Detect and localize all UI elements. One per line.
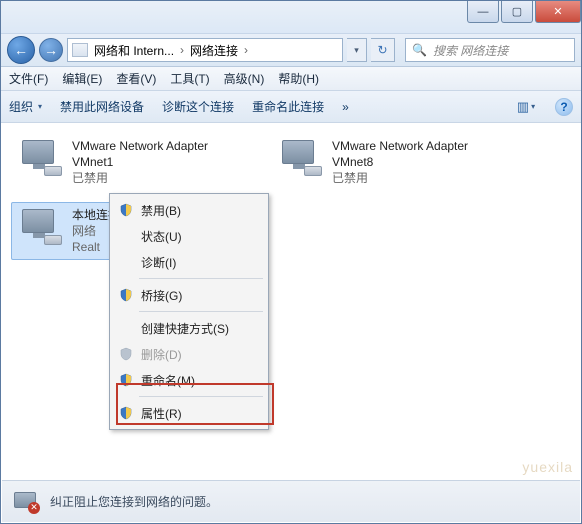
shield-icon	[119, 373, 133, 387]
search-icon: 🔍	[412, 43, 427, 57]
breadcrumb-segment[interactable]: 网络连接	[190, 42, 238, 59]
search-input[interactable]: 🔍 搜索 网络连接	[405, 38, 575, 62]
menu-tools[interactable]: 工具(T)	[170, 70, 209, 87]
connection-item-vmnet1[interactable]: VMware Network Adapter VMnet1 已禁用	[11, 133, 251, 192]
command-bar: 组织 ▾ 禁用此网络设备 诊断这个连接 重命名此连接 » ▥ ▾ ?	[1, 91, 581, 123]
context-menu: 禁用(B) 状态(U) 诊断(I) 桥接(G) 创建快捷方式(S) 删除(D) …	[109, 193, 269, 430]
status-icon: ✕	[12, 490, 40, 514]
status-bar: ✕ 纠正阻止您连接到网络的问题。	[2, 480, 580, 522]
ctx-disable[interactable]: 禁用(B)	[113, 197, 265, 223]
network-adapter-icon	[16, 207, 64, 247]
more-commands-button[interactable]: »	[342, 100, 349, 114]
menu-advanced[interactable]: 高级(N)	[224, 70, 265, 87]
ctx-diagnose[interactable]: 诊断(I)	[113, 249, 265, 275]
menu-separator	[139, 396, 263, 397]
network-adapter-icon	[276, 138, 324, 178]
shield-icon	[119, 288, 133, 302]
ctx-label: 桥接(G)	[141, 287, 182, 304]
ctx-label: 重命名(M)	[141, 372, 195, 389]
chevron-down-icon: ▾	[38, 102, 42, 111]
organize-button[interactable]: 组织 ▾	[9, 98, 42, 115]
shield-icon	[119, 406, 133, 420]
connection-text: VMware Network Adapter VMnet8 已禁用	[332, 138, 506, 187]
ctx-label: 诊断(I)	[141, 254, 176, 271]
shield-icon	[119, 347, 133, 361]
menu-file[interactable]: 文件(F)	[9, 70, 48, 87]
disable-device-button[interactable]: 禁用此网络设备	[60, 98, 144, 115]
explorer-window: — ▢ ✕ ← → 网络和 Intern... › 网络连接 › ▾ ↻ 🔍 搜…	[0, 0, 582, 524]
menu-edit[interactable]: 编辑(E)	[62, 70, 102, 87]
rename-connection-button[interactable]: 重命名此连接	[252, 98, 324, 115]
refresh-button[interactable]: ↻	[371, 38, 395, 62]
shield-icon	[119, 203, 133, 217]
breadcrumb-separator-icon: ›	[180, 43, 184, 57]
ctx-properties[interactable]: 属性(R)	[113, 400, 265, 426]
ctx-create-shortcut[interactable]: 创建快捷方式(S)	[113, 315, 265, 341]
chevron-down-icon: ▾	[531, 102, 535, 111]
menu-separator	[139, 311, 263, 312]
ctx-label: 禁用(B)	[141, 202, 181, 219]
ctx-label: 创建快捷方式(S)	[141, 320, 229, 337]
forward-button[interactable]: →	[39, 38, 63, 62]
ctx-rename[interactable]: 重命名(M)	[113, 367, 265, 393]
connection-status: 已禁用	[332, 170, 506, 186]
nav-row: ← → 网络和 Intern... › 网络连接 › ▾ ↻ 🔍 搜索 网络连接	[1, 33, 581, 67]
address-dropdown-button[interactable]: ▾	[347, 38, 367, 62]
menu-separator	[139, 278, 263, 279]
ctx-status[interactable]: 状态(U)	[113, 223, 265, 249]
status-text: 纠正阻止您连接到网络的问题。	[50, 493, 218, 510]
ctx-delete: 删除(D)	[113, 341, 265, 367]
titlebar: — ▢ ✕	[1, 1, 581, 33]
menu-view[interactable]: 查看(V)	[116, 70, 156, 87]
menu-bar: 文件(F) 编辑(E) 查看(V) 工具(T) 高级(N) 帮助(H)	[1, 67, 581, 91]
ctx-bridge[interactable]: 桥接(G)	[113, 282, 265, 308]
network-adapter-icon	[16, 138, 64, 178]
folder-icon	[72, 43, 88, 57]
connection-status: 已禁用	[72, 170, 246, 186]
organize-label: 组织	[9, 98, 33, 115]
view-icon: ▥	[517, 99, 529, 115]
connection-text: VMware Network Adapter VMnet1 已禁用	[72, 138, 246, 187]
connection-name: VMware Network Adapter VMnet1	[72, 138, 246, 170]
connection-item-vmnet8[interactable]: VMware Network Adapter VMnet8 已禁用	[271, 133, 511, 192]
minimize-button[interactable]: —	[467, 1, 499, 23]
breadcrumb-separator-icon: ›	[244, 43, 248, 57]
back-button[interactable]: ←	[7, 36, 35, 64]
connections-pane: VMware Network Adapter VMnet1 已禁用 VMware…	[1, 123, 581, 478]
diagnose-connection-button[interactable]: 诊断这个连接	[162, 98, 234, 115]
error-badge-icon: ✕	[28, 502, 40, 514]
view-mode-button[interactable]: ▥ ▾	[515, 97, 537, 117]
ctx-label: 状态(U)	[141, 228, 182, 245]
maximize-button[interactable]: ▢	[501, 1, 533, 23]
connection-name: VMware Network Adapter VMnet8	[332, 138, 506, 170]
menu-help[interactable]: 帮助(H)	[278, 70, 319, 87]
ctx-label: 属性(R)	[141, 405, 182, 422]
help-button[interactable]: ?	[555, 98, 573, 116]
address-bar[interactable]: 网络和 Intern... › 网络连接 ›	[67, 38, 343, 62]
breadcrumb-segment[interactable]: 网络和 Intern...	[94, 42, 174, 59]
ctx-label: 删除(D)	[141, 346, 182, 363]
close-button[interactable]: ✕	[535, 1, 581, 23]
window-buttons: — ▢ ✕	[465, 1, 581, 33]
search-placeholder: 搜索 网络连接	[433, 42, 508, 59]
